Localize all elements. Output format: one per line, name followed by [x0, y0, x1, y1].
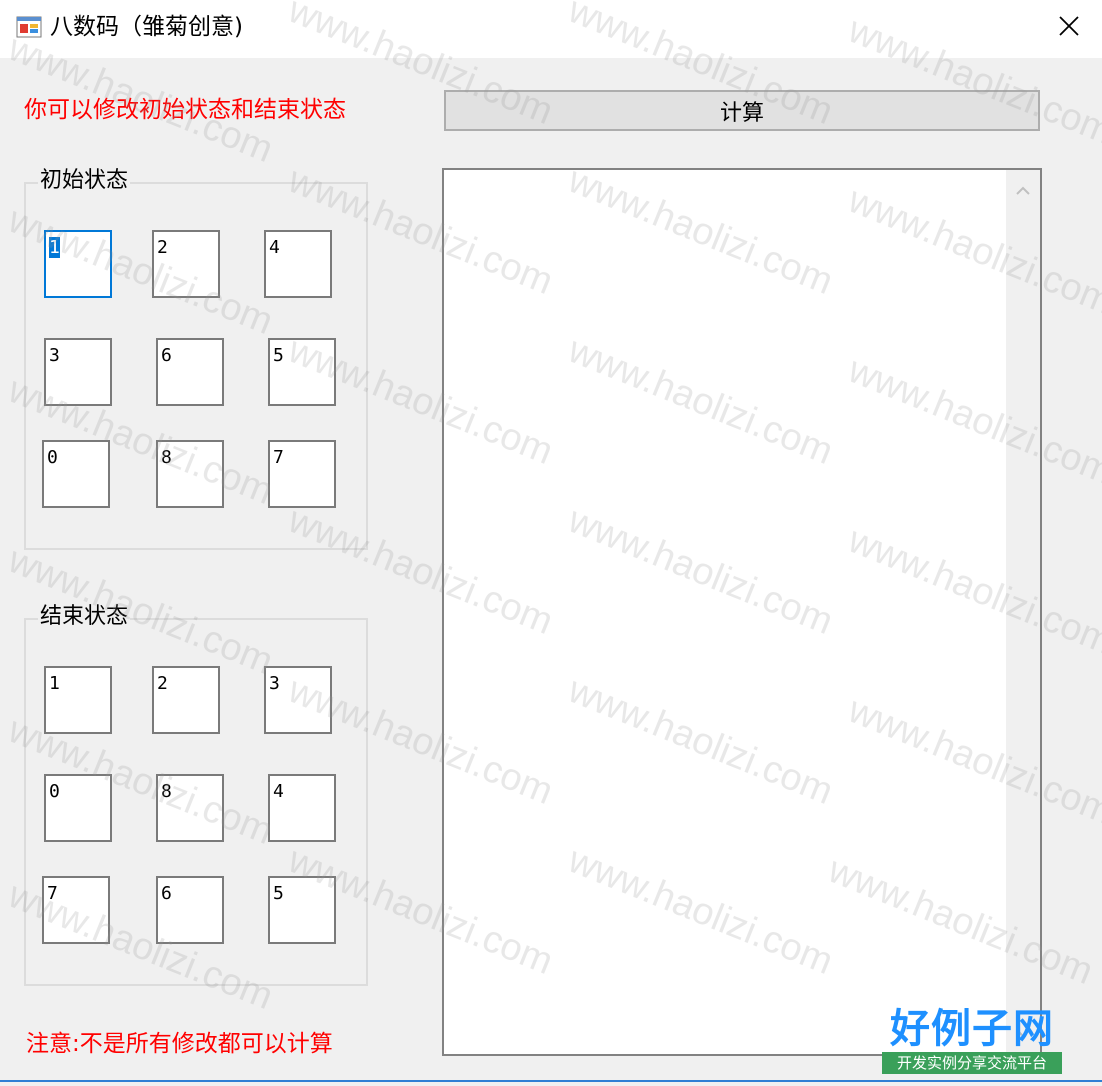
scroll-up-button[interactable]: [1006, 176, 1040, 206]
start-state-groupbox: 初始状态 1 2 4 3 6 5 0 8 7: [24, 167, 368, 550]
edit-hint-label: 你可以修改初始状态和结束状态: [24, 97, 346, 123]
start-state-legend: 初始状态: [38, 167, 131, 195]
calculate-button[interactable]: 计算: [444, 90, 1040, 131]
start-cell-3[interactable]: 4: [264, 230, 332, 298]
result-textbox[interactable]: [442, 168, 1042, 1056]
close-button[interactable]: [1036, 0, 1102, 52]
window-bottom-border: [0, 1080, 1102, 1082]
app-icon: [16, 16, 42, 38]
end-state-groupbox: 结束状态 1 2 3 0 8 4 7 6 5: [24, 603, 368, 986]
start-cell-7[interactable]: 0: [42, 440, 110, 508]
start-cell-1[interactable]: 1: [44, 230, 112, 298]
end-cell-4[interactable]: 0: [44, 774, 112, 842]
start-cell-8[interactable]: 8: [156, 440, 224, 508]
start-cell-4[interactable]: 3: [44, 338, 112, 406]
end-cell-3[interactable]: 3: [264, 666, 332, 734]
site-logo: 好例子网 开发实例分享交流平台: [882, 1006, 1062, 1076]
end-cell-1[interactable]: 1: [44, 666, 112, 734]
start-cell-5[interactable]: 6: [156, 338, 224, 406]
end-state-legend: 结束状态: [38, 603, 131, 631]
start-cell-6[interactable]: 5: [268, 338, 336, 406]
end-cell-6[interactable]: 4: [268, 774, 336, 842]
title-bar: 八数码（雏菊创意): [0, 0, 1102, 58]
end-cell-2[interactable]: 2: [152, 666, 220, 734]
start-cell-9[interactable]: 7: [268, 440, 336, 508]
close-icon: [1059, 16, 1079, 36]
end-cell-5[interactable]: 8: [156, 774, 224, 842]
chevron-up-icon: [1016, 186, 1030, 195]
window-title: 八数码（雏菊创意): [50, 14, 243, 40]
logo-title: 好例子网: [890, 1005, 1054, 1052]
end-cell-8[interactable]: 6: [156, 876, 224, 944]
logo-subtitle: 开发实例分享交流平台: [882, 1052, 1062, 1074]
end-cell-9[interactable]: 5: [268, 876, 336, 944]
end-cell-7[interactable]: 7: [42, 876, 110, 944]
warning-label: 注意:不是所有修改都可以计算: [26, 1031, 333, 1057]
result-scrollbar[interactable]: [1006, 170, 1040, 1054]
start-cell-2[interactable]: 2: [152, 230, 220, 298]
